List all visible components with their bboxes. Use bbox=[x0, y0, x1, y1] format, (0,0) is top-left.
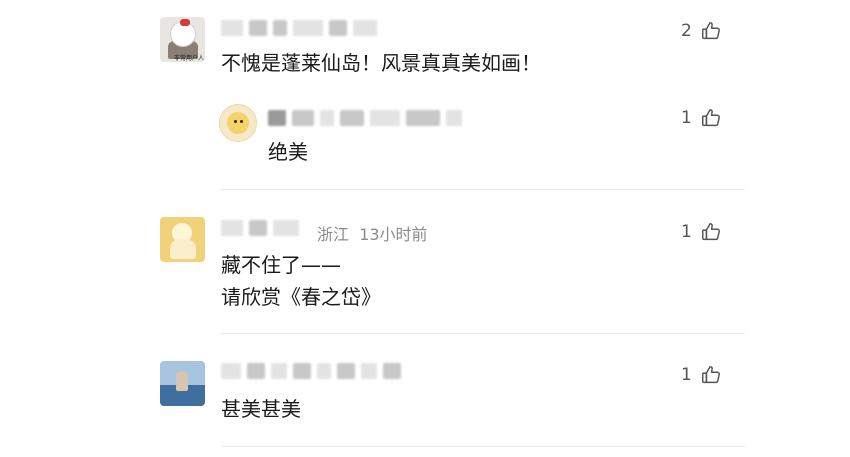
like-count: 1 bbox=[681, 222, 692, 242]
location: 浙江 bbox=[317, 225, 350, 244]
avatar[interactable] bbox=[160, 217, 205, 262]
avatar-face bbox=[227, 112, 249, 134]
avatar[interactable] bbox=[219, 104, 257, 142]
thumbs-up-icon bbox=[701, 22, 720, 40]
comment-meta: 浙江 13小时前 bbox=[317, 221, 428, 245]
thumbs-up-icon bbox=[701, 223, 720, 241]
like-count: 1 bbox=[681, 365, 692, 385]
avatar-figure bbox=[176, 371, 188, 391]
like-count: 2 bbox=[681, 21, 692, 41]
divider bbox=[221, 189, 745, 190]
like-button[interactable]: 1 bbox=[681, 364, 722, 386]
avatar[interactable]: 非常用户人 bbox=[160, 17, 205, 62]
avatar-caption: 非常用户人 bbox=[174, 55, 205, 62]
username[interactable] bbox=[221, 220, 299, 236]
like-count: 1 bbox=[681, 108, 692, 128]
timestamp: 13小时前 bbox=[359, 225, 428, 244]
avatar[interactable] bbox=[160, 361, 205, 406]
avatar-figure bbox=[170, 239, 196, 259]
comment-text: 甚美甚美 bbox=[221, 397, 301, 421]
username[interactable] bbox=[268, 110, 462, 126]
comment-text-line: 请欣赏《春之岱》 bbox=[221, 285, 381, 309]
thumbs-up-icon bbox=[701, 109, 720, 127]
avatar-eye bbox=[240, 120, 243, 123]
username[interactable] bbox=[221, 363, 401, 379]
username[interactable] bbox=[221, 20, 377, 36]
like-button[interactable]: 2 bbox=[681, 20, 722, 42]
divider bbox=[221, 446, 745, 447]
reply-text: 绝美 bbox=[268, 140, 308, 164]
comment-text-line: 藏不住了—— bbox=[221, 253, 341, 277]
avatar-figure-bow bbox=[180, 19, 190, 26]
like-button[interactable]: 1 bbox=[681, 107, 722, 129]
thumbs-up-icon bbox=[701, 366, 720, 384]
like-button[interactable]: 1 bbox=[681, 221, 722, 243]
comment-text: 不愧是蓬莱仙岛！风景真真美如画！ bbox=[221, 51, 541, 75]
avatar-eye bbox=[234, 120, 237, 123]
divider bbox=[221, 333, 745, 334]
